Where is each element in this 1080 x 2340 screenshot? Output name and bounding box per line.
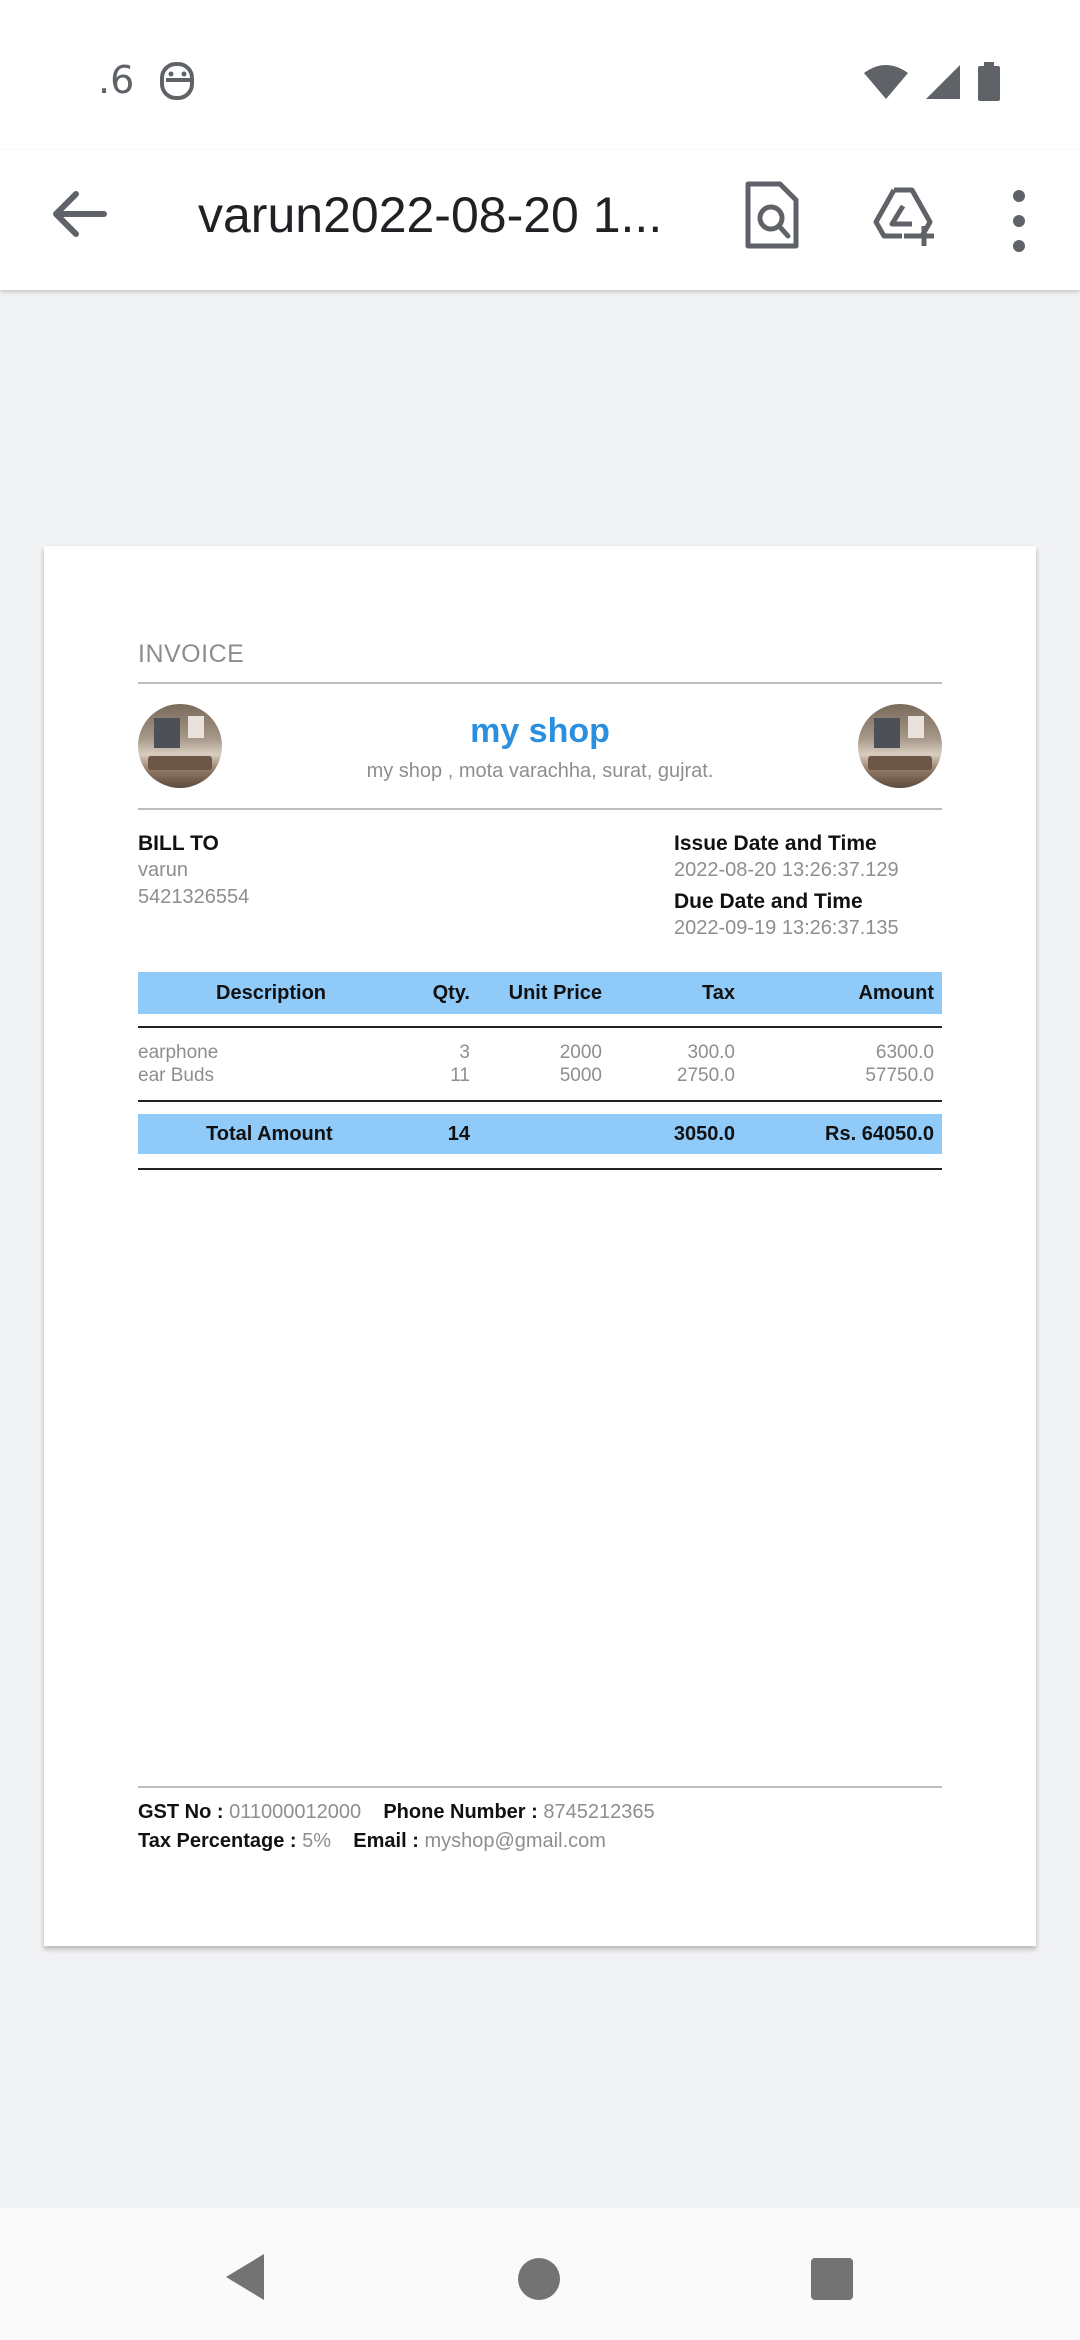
total-row: Total Amount 14 3050.0 Rs. 64050.0 (138, 1114, 942, 1154)
cellular-signal-icon (926, 65, 960, 99)
col-tax: Tax (702, 982, 735, 1004)
notification-icon (160, 62, 194, 100)
issue-date-value: 2022-08-20 13:26:37.129 (674, 859, 899, 881)
footer-line-1: GST No : 011000012000 Phone Number : 874… (138, 1801, 655, 1824)
row-qty: 11 (450, 1065, 470, 1086)
table-header: Description Qty. Unit Price Tax Amount (138, 972, 942, 1014)
divider (138, 1026, 942, 1028)
row-description: earphone (138, 1042, 219, 1063)
email-label: Email : (353, 1830, 419, 1852)
col-unit-price: Unit Price (508, 982, 602, 1004)
divider (138, 682, 942, 684)
total-tax: 3050.0 (673, 1123, 735, 1145)
invoice-heading: INVOICE (138, 640, 245, 668)
col-qty: Qty. (432, 982, 470, 1004)
divider (138, 1168, 942, 1170)
more-options-icon[interactable] (1000, 186, 1038, 256)
col-description: Description (216, 982, 327, 1004)
back-arrow-icon[interactable] (44, 180, 112, 248)
row-description: ear Buds (138, 1065, 215, 1086)
status-bar: .6 (0, 0, 1080, 150)
row-tax: 2750.0 (676, 1065, 735, 1086)
customer-phone: 5421326554 (138, 886, 250, 908)
status-time: .6 (98, 58, 135, 102)
pdf-page[interactable]: INVOICE my shop my shop , mota varachha,… (44, 546, 1036, 1946)
footer-line-2: Tax Percentage : 5% Email : myshop@gmail… (138, 1830, 606, 1853)
nav-back-icon[interactable] (222, 2252, 268, 2302)
system-nav-bar (0, 2208, 1080, 2340)
gst-value: 011000012000 (229, 1801, 362, 1823)
tax-percentage-value: 5% (302, 1830, 332, 1852)
row-qty: 3 (459, 1042, 470, 1063)
shop-address: my shop , mota varachha, surat, gujrat. (366, 760, 714, 782)
row-unit-price: 2000 (559, 1042, 602, 1063)
bill-to-label: BILL TO (138, 832, 219, 855)
col-amount: Amount (858, 982, 934, 1004)
tax-percentage-label: Tax Percentage : (138, 1830, 297, 1852)
gst-label: GST No : (138, 1801, 224, 1823)
row-amount: 6300.0 (875, 1042, 934, 1063)
divider (138, 808, 942, 810)
due-date-value: 2022-09-19 13:26:37.135 (674, 917, 899, 939)
battery-icon (978, 62, 1000, 101)
shop-name: my shop (470, 712, 610, 750)
status-icons (862, 62, 1002, 102)
nav-recents-icon[interactable] (811, 2258, 853, 2300)
find-in-document-icon[interactable] (742, 180, 800, 252)
row-tax: 300.0 (687, 1042, 735, 1063)
phone-label: Phone Number : (383, 1801, 538, 1823)
total-label: Total Amount (206, 1123, 333, 1145)
total-qty: 14 (447, 1123, 470, 1145)
document-title: varun2022-08-20 1... (198, 187, 663, 243)
divider (138, 1100, 942, 1102)
total-amount: Rs. 64050.0 (825, 1123, 934, 1145)
phone-value: 8745212365 (543, 1801, 655, 1823)
wifi-icon (864, 65, 908, 99)
row-amount: 57750.0 (865, 1065, 934, 1086)
row-unit-price: 5000 (559, 1065, 602, 1086)
add-to-drive-icon[interactable] (872, 186, 936, 248)
customer-name: varun (138, 859, 189, 881)
issue-date-label: Issue Date and Time (674, 832, 877, 855)
email-value: myshop@gmail.com (424, 1830, 606, 1852)
nav-home-icon[interactable] (518, 2258, 560, 2300)
app-bar: varun2022-08-20 1... (0, 150, 1080, 290)
divider (138, 1786, 942, 1788)
due-date-label: Due Date and Time (674, 890, 863, 913)
